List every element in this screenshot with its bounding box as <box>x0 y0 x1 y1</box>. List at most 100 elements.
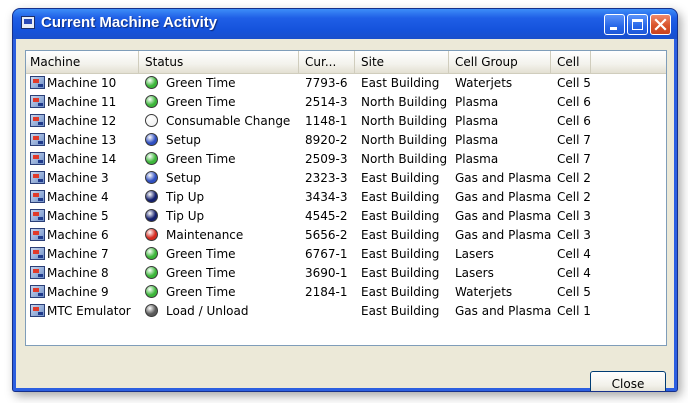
table-row[interactable]: Machine 4 Tip Up 3434-3 East Building Gas an… <box>26 188 666 207</box>
window-client-area: Machine Status Cur... Site Cell Group Ce… <box>16 39 674 391</box>
current-cell: 5656-2 <box>305 228 348 242</box>
machine-cell: Machine 11 <box>26 93 139 112</box>
window-icon <box>21 16 35 29</box>
current-cell: 4545-2 <box>305 209 348 223</box>
table-row[interactable]: Machine 8 Green Time 3690-1 East Building La… <box>26 264 666 283</box>
machine-icon <box>30 247 45 260</box>
machine-icon <box>30 266 45 279</box>
machine-name: MTC Emulator <box>47 304 131 318</box>
status-text: Green Time <box>166 266 236 280</box>
cell-cell: Cell 5 <box>557 285 591 299</box>
status-cell: Green Time <box>139 150 299 169</box>
machine-icon <box>30 152 45 165</box>
status-cell: Load / Unload <box>139 302 299 321</box>
status-text: Green Time <box>166 285 236 299</box>
status-indicator-icon <box>145 152 158 165</box>
machine-name: Machine 4 <box>47 190 109 204</box>
site-cell: East Building <box>361 285 440 299</box>
table-row[interactable]: Machine 6 Maintenance 5656-2 East Building G… <box>26 226 666 245</box>
machine-cell: MTC Emulator <box>26 302 139 321</box>
cell-cell: Cell 1 <box>557 304 591 318</box>
machine-cell: Machine 6 <box>26 226 139 245</box>
status-text: Tip Up <box>166 190 205 204</box>
machine-name: Machine 6 <box>47 228 109 242</box>
column-header-cell-group[interactable]: Cell Group <box>449 51 551 73</box>
machine-list[interactable]: Machine Status Cur... Site Cell Group Ce… <box>25 50 667 346</box>
machine-activity-window: Current Machine Activity Machine Status … <box>12 8 678 392</box>
machine-name: Machine 7 <box>47 247 109 261</box>
title-bar[interactable]: Current Machine Activity <box>13 9 677 39</box>
list-header: Machine Status Cur... Site Cell Group Ce… <box>26 51 666 74</box>
cell-cell: Cell 4 <box>557 247 591 261</box>
machine-cell: Machine 14 <box>26 150 139 169</box>
status-cell: Tip Up <box>139 188 299 207</box>
column-header-current[interactable]: Cur... <box>299 51 355 73</box>
column-header-status[interactable]: Status <box>139 51 299 73</box>
site-cell: East Building <box>361 209 440 223</box>
table-row[interactable]: Machine 10 Green Time 7793-6 East Building W… <box>26 74 666 93</box>
table-row[interactable]: Machine 5 Tip Up 4545-2 East Building Gas an… <box>26 207 666 226</box>
machine-name: Machine 9 <box>47 285 109 299</box>
status-indicator-icon <box>145 228 158 241</box>
status-cell: Green Time <box>139 264 299 283</box>
status-text: Load / Unload <box>166 304 249 318</box>
status-text: Setup <box>166 133 201 147</box>
machine-name: Machine 13 <box>47 133 117 147</box>
status-indicator-icon <box>145 133 158 146</box>
status-text: Green Time <box>166 247 236 261</box>
status-text: Green Time <box>166 152 236 166</box>
table-row[interactable]: Machine 3 Setup 2323-3 East Building Gas and… <box>26 169 666 188</box>
cell-cell: Cell 3 <box>557 228 591 242</box>
machine-cell: Machine 12 <box>26 112 139 131</box>
status-indicator-icon <box>145 171 158 184</box>
status-cell: Setup <box>139 169 299 188</box>
site-cell: East Building <box>361 76 440 90</box>
close-icon <box>654 18 667 31</box>
cell-cell: Cell 3 <box>557 209 591 223</box>
close-button[interactable]: Close <box>590 371 666 391</box>
current-cell: 2509-3 <box>305 152 348 166</box>
machine-cell: Machine 13 <box>26 131 139 150</box>
minimize-button[interactable] <box>604 14 625 35</box>
table-row[interactable]: Machine 9 Green Time 2184-1 East Building Wa… <box>26 283 666 302</box>
cell-cell: Cell 2 <box>557 190 591 204</box>
cell-group-cell: Gas and Plasma <box>455 209 551 223</box>
maximize-icon <box>632 19 643 30</box>
table-row[interactable]: Machine 7 Green Time 6767-1 East Building La… <box>26 245 666 264</box>
status-text: Maintenance <box>166 228 244 242</box>
machine-icon <box>30 133 45 146</box>
status-cell: Green Time <box>139 245 299 264</box>
machine-name: Machine 11 <box>47 95 117 109</box>
status-indicator-icon <box>145 76 158 89</box>
list-body: Machine 10 Green Time 7793-6 East Building W… <box>26 74 666 321</box>
machine-icon <box>30 95 45 108</box>
maximize-button[interactable] <box>627 14 648 35</box>
column-header-cell[interactable]: Cell <box>551 51 591 73</box>
status-indicator-icon <box>145 266 158 279</box>
status-cell: Green Time <box>139 74 299 93</box>
machine-icon <box>30 228 45 241</box>
status-indicator-icon <box>145 190 158 203</box>
column-header-site[interactable]: Site <box>355 51 449 73</box>
site-cell: North Building <box>361 152 448 166</box>
table-row[interactable]: Machine 14 Green Time 2509-3 North Building… <box>26 150 666 169</box>
status-indicator-icon <box>145 114 158 127</box>
table-row[interactable]: Machine 11 Green Time 2514-3 North Building… <box>26 93 666 112</box>
table-row[interactable]: MTC Emulator Load / Unload East Building Ga… <box>26 302 666 321</box>
table-row[interactable]: Machine 12 Consumable Change 1148-1 North B… <box>26 112 666 131</box>
cell-group-cell: Plasma <box>455 133 499 147</box>
site-cell: East Building <box>361 304 440 318</box>
cell-group-cell: Gas and Plasma <box>455 190 551 204</box>
cell-group-cell: Plasma <box>455 152 499 166</box>
window-close-button[interactable] <box>650 14 671 35</box>
column-header-machine[interactable]: Machine <box>26 51 139 73</box>
cell-group-cell: Plasma <box>455 114 499 128</box>
machine-icon <box>30 171 45 184</box>
machine-icon <box>30 114 45 127</box>
machine-name: Machine 8 <box>47 266 109 280</box>
current-cell: 2323-3 <box>305 171 348 185</box>
current-cell: 8920-2 <box>305 133 348 147</box>
status-text: Setup <box>166 171 201 185</box>
current-cell: 7793-6 <box>305 76 348 90</box>
table-row[interactable]: Machine 13 Setup 8920-2 North Building Plasm… <box>26 131 666 150</box>
